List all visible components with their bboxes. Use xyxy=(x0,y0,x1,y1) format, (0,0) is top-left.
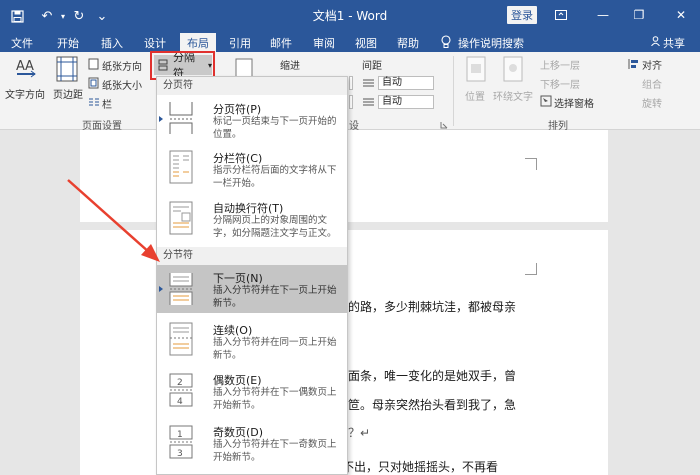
wrap-text-label[interactable]: 环绕文字 xyxy=(493,88,533,103)
document-title: 文档1 - Word xyxy=(312,9,388,23)
crop-mark-icon xyxy=(525,263,537,275)
align-icon xyxy=(628,58,640,70)
ribbon-tabs: 文件 开始 插入 设计 布局 引用 邮件 审阅 视图 帮助 操作说明搜索 共享 xyxy=(0,32,700,52)
svg-text:2: 2 xyxy=(177,378,183,388)
login-button[interactable]: 登录 xyxy=(507,6,537,24)
document-text-line: ？↵ xyxy=(348,426,371,440)
menu-item-continuous[interactable]: 连续(O) 插入分节符并在同一页上开始新节。 xyxy=(157,317,347,363)
even-page-break-icon: 24 xyxy=(169,373,193,407)
menu-item-description: 插入分节符并在同一页上开始新节。 xyxy=(213,337,337,361)
columns-icon xyxy=(88,96,100,108)
menu-item-description: 标记一页结束与下一页开始的位置。 xyxy=(213,116,337,140)
wrap-text-icon[interactable] xyxy=(502,56,524,84)
text-wrapping-break-icon xyxy=(169,201,193,235)
customize-toolbar-icon[interactable]: ⌄ xyxy=(95,6,109,26)
section-breaks-header: 分节符 xyxy=(157,247,347,265)
tab-mailings[interactable]: 邮件 xyxy=(265,33,297,52)
tab-insert[interactable]: 插入 xyxy=(96,33,128,52)
margins-icon[interactable] xyxy=(55,56,79,82)
menu-item-odd-page[interactable]: 13 奇数页(D) 插入分节符并在下一奇数页上开始新节。 xyxy=(157,419,347,469)
position-label[interactable]: 位置 xyxy=(465,88,485,103)
share-label: 共享 xyxy=(663,36,685,50)
menu-item-description: 插入分节符并在下一页上开始新节。 xyxy=(213,285,337,309)
page-break-icon xyxy=(169,102,193,134)
group-button[interactable]: 组合 xyxy=(642,76,662,91)
size-icon xyxy=(88,77,100,89)
menu-item-column-break[interactable]: 分栏符(C) 指示分栏符后面的文字将从下一栏开始。 xyxy=(157,145,347,191)
breaks-menu: 分页符 分页符(P) 标记一页结束与下一页开始的位置。 分栏符(C) 指示分栏符… xyxy=(156,76,348,475)
restore-button[interactable]: ❐ xyxy=(628,6,650,24)
spacing-label: 间距 xyxy=(362,61,382,72)
undo-dropdown-icon[interactable]: ▾ xyxy=(58,6,68,26)
tell-me-search[interactable]: 操作说明搜索 xyxy=(458,33,524,52)
orientation-button[interactable]: 纸张方向 xyxy=(102,58,142,73)
document-text-line: 面条，唯一变化的是她双手，曾 xyxy=(348,369,517,383)
svg-text:A: A xyxy=(16,59,25,74)
tab-view[interactable]: 视图 xyxy=(350,33,382,52)
next-page-break-icon xyxy=(169,273,193,305)
selection-pane-icon xyxy=(540,95,552,107)
indent-right-input[interactable] xyxy=(349,95,353,109)
svg-text:3: 3 xyxy=(177,449,183,459)
tab-review[interactable]: 审阅 xyxy=(308,33,340,52)
menu-item-description: 插入分节符并在下一偶数页上开始新节。 xyxy=(213,387,337,411)
title-bar: ↶ ▾ ↻ ⌄ 文档1 - Word 登录 — ❐ ✕ xyxy=(0,0,700,32)
menu-item-description: 分隔网页上的对象周围的文字，如分隔题注文字与正文。 xyxy=(213,215,337,239)
selection-pane-button[interactable]: 选择窗格 xyxy=(554,95,594,110)
rotate-button[interactable]: 旋转 xyxy=(642,95,662,110)
menu-item-next-page[interactable]: 下一页(N) 插入分节符并在下一页上开始新节。 xyxy=(157,265,347,313)
tab-file[interactable]: 文件 xyxy=(6,33,38,52)
spacing-after-icon xyxy=(362,96,375,108)
odd-page-break-icon: 13 xyxy=(169,425,193,459)
indent-left-input[interactable] xyxy=(349,76,353,90)
lightbulb-icon xyxy=(440,35,452,49)
menu-item-even-page[interactable]: 24 偶数页(E) 插入分节符并在下一偶数页上开始新节。 xyxy=(157,367,347,415)
menu-item-page-break[interactable]: 分页符(P) 标记一页结束与下一页开始的位置。 xyxy=(157,97,347,141)
minimize-button[interactable]: — xyxy=(592,6,614,24)
paragraph-dialog-launcher-icon[interactable] xyxy=(440,118,448,129)
undo-icon[interactable]: ↶ xyxy=(38,6,56,26)
tab-home[interactable]: 开始 xyxy=(52,33,84,52)
document-text-line: 笸。母亲突然抬头看到我了，急 xyxy=(348,398,517,412)
margins-label[interactable]: 页边距 xyxy=(53,86,83,101)
position-icon[interactable] xyxy=(465,56,487,84)
ribbon-display-options-icon[interactable] xyxy=(550,6,572,24)
spacing-before-icon xyxy=(362,77,375,89)
indent-label: 缩进 xyxy=(280,61,300,72)
column-break-icon xyxy=(169,150,193,184)
tab-design[interactable]: 设计 xyxy=(139,33,171,52)
continuous-break-icon xyxy=(169,322,193,356)
send-backward-button[interactable]: 下移一层 xyxy=(540,76,580,91)
save-icon[interactable] xyxy=(8,6,26,26)
orientation-icon xyxy=(88,58,100,70)
share-button[interactable]: 共享 xyxy=(650,33,686,52)
columns-button[interactable]: 栏 xyxy=(102,96,112,111)
crop-mark-icon xyxy=(525,158,537,170)
bring-forward-button[interactable]: 上移一层 xyxy=(540,57,580,72)
tab-help[interactable]: 帮助 xyxy=(392,33,424,52)
menu-item-description: 指示分栏符后面的文字将从下一栏开始。 xyxy=(213,165,337,189)
menu-item-description: 插入分节符并在下一奇数页上开始新节。 xyxy=(213,439,337,463)
redo-icon[interactable]: ↻ xyxy=(70,6,88,26)
svg-text:1: 1 xyxy=(177,430,183,440)
marker-icon xyxy=(159,286,163,292)
person-icon xyxy=(651,36,660,49)
document-canvas: 的路，多少荆棘坑洼，都被母亲 面条，唯一变化的是她双手，曾 笸。母亲突然抬头看到… xyxy=(0,130,700,475)
align-button[interactable]: 对齐 xyxy=(642,57,662,72)
close-button[interactable]: ✕ xyxy=(670,6,692,24)
page-breaks-header: 分页符 xyxy=(157,77,347,95)
ribbon-separator xyxy=(453,56,454,126)
marker-icon xyxy=(159,116,163,122)
ribbon-layout: AA 文字方向 页边距 纸张方向 纸张大小 栏 页面设置 分隔符 ▾ 缩进 间距… xyxy=(0,51,700,132)
menu-item-text-wrapping-break[interactable]: 自动换行符(T) 分隔网页上的对象周围的文字，如分隔题注文字与正文。 xyxy=(157,195,347,245)
spacing-after-input[interactable]: 自动 xyxy=(378,95,434,109)
document-text-line: 的路，多少荆棘坑洼，都被母亲 xyxy=(348,300,517,314)
tab-references[interactable]: 引用 xyxy=(224,33,256,52)
text-direction-icon[interactable]: AA xyxy=(13,56,39,82)
spacing-before-input[interactable]: 自动 xyxy=(378,76,434,90)
svg-text:4: 4 xyxy=(177,397,183,407)
text-direction-label[interactable]: 文字方向 xyxy=(5,86,45,101)
size-button[interactable]: 纸张大小 xyxy=(102,77,142,92)
